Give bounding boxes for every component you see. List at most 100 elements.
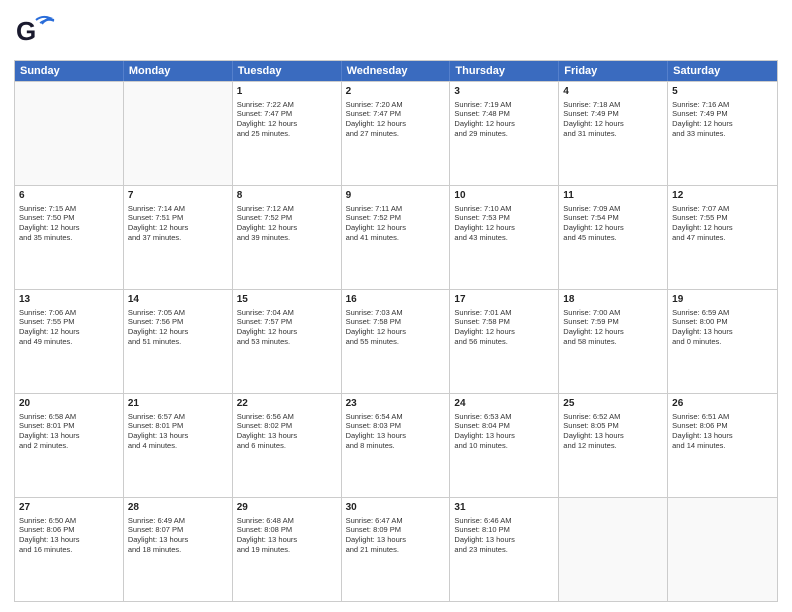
calendar-cell: 28Sunrise: 6:49 AMSunset: 8:07 PMDayligh… [124,498,233,601]
header-day-sunday: Sunday [15,61,124,81]
calendar-cell: 8Sunrise: 7:12 AMSunset: 7:52 PMDaylight… [233,186,342,289]
calendar-cell: 25Sunrise: 6:52 AMSunset: 8:05 PMDayligh… [559,394,668,497]
day-details: Sunrise: 6:47 AMSunset: 8:09 PMDaylight:… [346,516,446,556]
day-number: 14 [128,293,228,307]
calendar-cell: 26Sunrise: 6:51 AMSunset: 8:06 PMDayligh… [668,394,777,497]
calendar-cell: 9Sunrise: 7:11 AMSunset: 7:52 PMDaylight… [342,186,451,289]
day-details: Sunrise: 7:20 AMSunset: 7:47 PMDaylight:… [346,100,446,140]
calendar-cell: 6Sunrise: 7:15 AMSunset: 7:50 PMDaylight… [15,186,124,289]
day-details: Sunrise: 6:48 AMSunset: 8:08 PMDaylight:… [237,516,337,556]
calendar-cell [668,498,777,601]
calendar-row-3: 20Sunrise: 6:58 AMSunset: 8:01 PMDayligh… [15,393,777,497]
calendar-cell: 23Sunrise: 6:54 AMSunset: 8:03 PMDayligh… [342,394,451,497]
calendar-row-2: 13Sunrise: 7:06 AMSunset: 7:55 PMDayligh… [15,289,777,393]
calendar-cell: 14Sunrise: 7:05 AMSunset: 7:56 PMDayligh… [124,290,233,393]
day-number: 3 [454,85,554,99]
calendar-cell: 13Sunrise: 7:06 AMSunset: 7:55 PMDayligh… [15,290,124,393]
calendar-cell: 21Sunrise: 6:57 AMSunset: 8:01 PMDayligh… [124,394,233,497]
header-day-tuesday: Tuesday [233,61,342,81]
day-number: 31 [454,501,554,515]
day-details: Sunrise: 7:16 AMSunset: 7:49 PMDaylight:… [672,100,773,140]
day-number: 2 [346,85,446,99]
logo: G [14,10,62,54]
day-details: Sunrise: 7:04 AMSunset: 7:57 PMDaylight:… [237,308,337,348]
calendar-cell: 29Sunrise: 6:48 AMSunset: 8:08 PMDayligh… [233,498,342,601]
page: G SundayMondayTuesdayWednesdayThursdayFr… [0,0,792,612]
header-day-thursday: Thursday [450,61,559,81]
day-details: Sunrise: 6:59 AMSunset: 8:00 PMDaylight:… [672,308,773,348]
day-details: Sunrise: 6:54 AMSunset: 8:03 PMDaylight:… [346,412,446,452]
calendar-row-1: 6Sunrise: 7:15 AMSunset: 7:50 PMDaylight… [15,185,777,289]
calendar-cell: 22Sunrise: 6:56 AMSunset: 8:02 PMDayligh… [233,394,342,497]
day-details: Sunrise: 7:10 AMSunset: 7:53 PMDaylight:… [454,204,554,244]
calendar-cell: 31Sunrise: 6:46 AMSunset: 8:10 PMDayligh… [450,498,559,601]
calendar-cell: 3Sunrise: 7:19 AMSunset: 7:48 PMDaylight… [450,82,559,185]
header-day-saturday: Saturday [668,61,777,81]
calendar-body: 1Sunrise: 7:22 AMSunset: 7:47 PMDaylight… [15,81,777,601]
day-details: Sunrise: 7:06 AMSunset: 7:55 PMDaylight:… [19,308,119,348]
day-number: 25 [563,397,663,411]
day-number: 24 [454,397,554,411]
day-number: 9 [346,189,446,203]
calendar-cell: 11Sunrise: 7:09 AMSunset: 7:54 PMDayligh… [559,186,668,289]
day-details: Sunrise: 7:14 AMSunset: 7:51 PMDaylight:… [128,204,228,244]
calendar-cell: 7Sunrise: 7:14 AMSunset: 7:51 PMDaylight… [124,186,233,289]
day-details: Sunrise: 7:05 AMSunset: 7:56 PMDaylight:… [128,308,228,348]
calendar-cell: 15Sunrise: 7:04 AMSunset: 7:57 PMDayligh… [233,290,342,393]
day-number: 30 [346,501,446,515]
day-number: 19 [672,293,773,307]
calendar-cell [124,82,233,185]
day-details: Sunrise: 7:09 AMSunset: 7:54 PMDaylight:… [563,204,663,244]
day-details: Sunrise: 7:11 AMSunset: 7:52 PMDaylight:… [346,204,446,244]
day-number: 17 [454,293,554,307]
day-number: 28 [128,501,228,515]
calendar-cell: 30Sunrise: 6:47 AMSunset: 8:09 PMDayligh… [342,498,451,601]
day-number: 18 [563,293,663,307]
header-day-wednesday: Wednesday [342,61,451,81]
day-details: Sunrise: 7:18 AMSunset: 7:49 PMDaylight:… [563,100,663,140]
day-number: 1 [237,85,337,99]
day-details: Sunrise: 6:50 AMSunset: 8:06 PMDaylight:… [19,516,119,556]
calendar-cell: 12Sunrise: 7:07 AMSunset: 7:55 PMDayligh… [668,186,777,289]
day-details: Sunrise: 6:58 AMSunset: 8:01 PMDaylight:… [19,412,119,452]
day-number: 21 [128,397,228,411]
header: G [14,10,778,54]
day-number: 13 [19,293,119,307]
calendar-row-4: 27Sunrise: 6:50 AMSunset: 8:06 PMDayligh… [15,497,777,601]
calendar-cell: 18Sunrise: 7:00 AMSunset: 7:59 PMDayligh… [559,290,668,393]
day-details: Sunrise: 6:57 AMSunset: 8:01 PMDaylight:… [128,412,228,452]
day-number: 26 [672,397,773,411]
day-details: Sunrise: 7:19 AMSunset: 7:48 PMDaylight:… [454,100,554,140]
day-number: 29 [237,501,337,515]
day-number: 7 [128,189,228,203]
day-details: Sunrise: 6:53 AMSunset: 8:04 PMDaylight:… [454,412,554,452]
day-number: 23 [346,397,446,411]
day-details: Sunrise: 6:51 AMSunset: 8:06 PMDaylight:… [672,412,773,452]
day-number: 20 [19,397,119,411]
day-number: 16 [346,293,446,307]
day-number: 22 [237,397,337,411]
day-number: 5 [672,85,773,99]
calendar-cell: 4Sunrise: 7:18 AMSunset: 7:49 PMDaylight… [559,82,668,185]
header-day-monday: Monday [124,61,233,81]
calendar-cell [15,82,124,185]
calendar: SundayMondayTuesdayWednesdayThursdayFrid… [14,60,778,602]
day-details: Sunrise: 7:15 AMSunset: 7:50 PMDaylight:… [19,204,119,244]
day-details: Sunrise: 6:56 AMSunset: 8:02 PMDaylight:… [237,412,337,452]
calendar-cell: 1Sunrise: 7:22 AMSunset: 7:47 PMDaylight… [233,82,342,185]
calendar-cell: 16Sunrise: 7:03 AMSunset: 7:58 PMDayligh… [342,290,451,393]
calendar-header: SundayMondayTuesdayWednesdayThursdayFrid… [15,61,777,81]
day-details: Sunrise: 7:01 AMSunset: 7:58 PMDaylight:… [454,308,554,348]
day-number: 10 [454,189,554,203]
day-details: Sunrise: 7:00 AMSunset: 7:59 PMDaylight:… [563,308,663,348]
day-number: 11 [563,189,663,203]
calendar-cell: 20Sunrise: 6:58 AMSunset: 8:01 PMDayligh… [15,394,124,497]
calendar-cell [559,498,668,601]
calendar-cell: 24Sunrise: 6:53 AMSunset: 8:04 PMDayligh… [450,394,559,497]
calendar-cell: 17Sunrise: 7:01 AMSunset: 7:58 PMDayligh… [450,290,559,393]
day-number: 15 [237,293,337,307]
day-number: 12 [672,189,773,203]
svg-text:G: G [16,16,36,46]
calendar-row-0: 1Sunrise: 7:22 AMSunset: 7:47 PMDaylight… [15,81,777,185]
day-details: Sunrise: 6:52 AMSunset: 8:05 PMDaylight:… [563,412,663,452]
